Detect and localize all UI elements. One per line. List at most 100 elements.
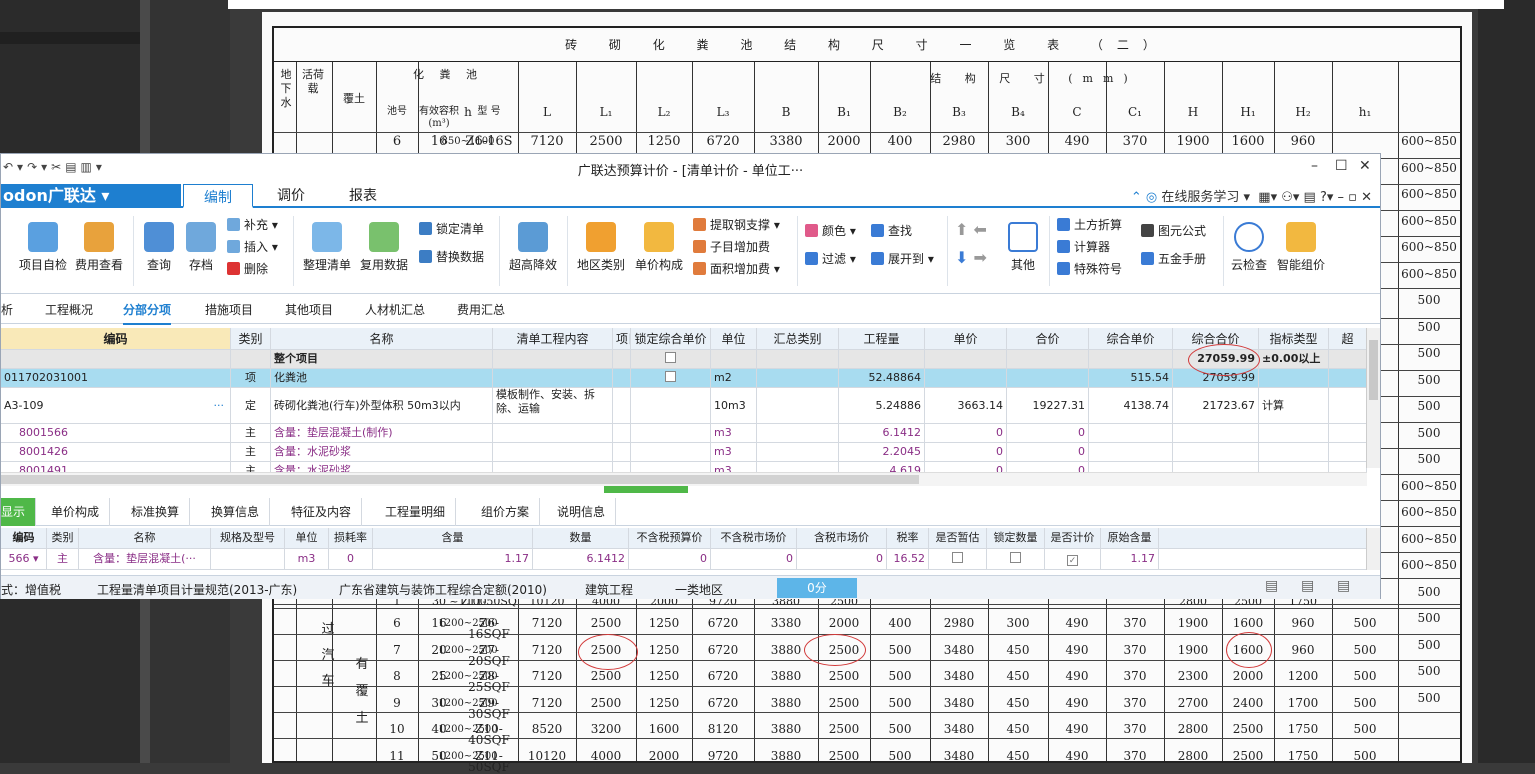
tab-1[interactable]: 工程概况	[45, 301, 93, 318]
splitter-handle[interactable]	[604, 486, 688, 493]
detail-tab-0[interactable]: 显示	[1, 498, 37, 526]
detail-cell[interactable]: 0	[711, 549, 797, 569]
detail-cell[interactable]: ✓	[1045, 549, 1101, 569]
detail-cell[interactable]: 含量：垫层混凝土(···	[79, 549, 211, 569]
detail-tab-2[interactable]: 标准换算	[121, 498, 191, 526]
grid-cell[interactable]: A3-109 ···	[1, 388, 231, 423]
detail-cell[interactable]: m3	[285, 549, 329, 569]
detail-cell[interactable]: 6.1412	[533, 549, 629, 569]
grid-cell[interactable]: 8001566	[1, 424, 231, 442]
layout-icon-3[interactable]: ▤	[1337, 578, 1350, 594]
detail-tab-1[interactable]: 单价构成	[41, 498, 111, 526]
extract-steel-button[interactable]: 提取钢支撑 ▾	[693, 216, 780, 233]
tab-4[interactable]: 其他项目	[285, 301, 333, 318]
grid-cell[interactable]	[493, 369, 613, 387]
maximize-button[interactable]: ☐	[1335, 158, 1348, 174]
grid-cell[interactable]	[493, 443, 613, 461]
layout-icon-2[interactable]: ▤	[1301, 578, 1314, 594]
tab-0[interactable]: 析	[1, 301, 13, 318]
save-button[interactable]: 存档	[173, 222, 229, 273]
detail-cell[interactable]: 0	[329, 549, 373, 569]
detail-checkbox[interactable]: ✓	[1067, 555, 1078, 566]
vertical-scrollbar[interactable]	[1366, 328, 1380, 468]
horizontal-scrollbar[interactable]	[1, 472, 1367, 486]
fee-view-button[interactable]: 费用查看	[71, 222, 127, 273]
menu-edit[interactable]: 编制	[183, 184, 253, 208]
grid-cell[interactable]: 含量：垫层混凝土(制作)	[271, 424, 493, 442]
grid-cell[interactable]: 砖砌化粪池(行车)外型体积 50m3以内	[271, 388, 493, 423]
calculator-button[interactable]: 计算器	[1057, 238, 1110, 255]
table-row[interactable]: 011702031001 项化粪池 m2 52.48864 515.54 27059.99	[1, 369, 1367, 388]
detail-tab-4[interactable]: 特征及内容	[281, 498, 363, 526]
earth-convert-button[interactable]: 土方折算	[1057, 216, 1122, 233]
grid-cell[interactable]: 主	[231, 424, 271, 442]
lock-price-checkbox[interactable]	[665, 352, 676, 363]
find-button[interactable]: 查找	[871, 222, 912, 239]
detail-cell[interactable]	[929, 549, 987, 569]
detail-vscroll[interactable]	[1366, 528, 1380, 570]
move-down-icon[interactable]: ⬇ ➡	[955, 248, 987, 267]
detail-cell[interactable]	[211, 549, 285, 569]
grid-cell[interactable]: 主	[231, 443, 271, 461]
detail-cell[interactable]: 1.17	[1101, 549, 1159, 569]
filter-button[interactable]: 过滤 ▾	[805, 250, 856, 267]
delete-button[interactable]: 删除	[227, 260, 268, 277]
grid-cell[interactable]: 8001426	[1, 443, 231, 461]
detail-cell[interactable]: 0	[797, 549, 887, 569]
smart-price-button[interactable]: 智能组价	[1273, 222, 1329, 273]
app-logo[interactable]: odon广联达 ▾	[1, 184, 181, 208]
help-area[interactable]: ⌃ ◎ 在线服务学习 ▾ ▦▾ ⚇▾ ▤ ?▾ – ▫ ✕	[1131, 186, 1372, 205]
reuse-data-button[interactable]: 复用数据	[356, 222, 412, 273]
move-up-icon[interactable]: ⬆ ⬅	[955, 220, 987, 239]
grid-cell[interactable]: 整个项目	[271, 350, 493, 368]
status-item-5[interactable]: 0分	[777, 578, 857, 598]
detail-cell[interactable]: 1.17	[373, 549, 533, 569]
detail-row[interactable]: 566 ▾ 主含量：垫层混凝土(··· m3 0 1.17 6.1412 0 0 0 16.52 ✓…	[1, 549, 1367, 570]
table-row[interactable]: 8001426 主含量：水泥砂浆 m3 2.2045 0 0	[1, 443, 1367, 462]
tab-2[interactable]: 分部分项	[123, 301, 172, 325]
lock-list-button[interactable]: 锁定清单	[419, 220, 484, 237]
grid-cell[interactable]: 模板制作、安装、拆除、运输	[493, 388, 613, 423]
detail-tab-7[interactable]: 说明信息	[547, 498, 617, 526]
color-button[interactable]: 颜色 ▾	[805, 222, 856, 239]
super-drop-button[interactable]: 超高降效	[505, 222, 561, 273]
project-check-button[interactable]: 项目自检	[15, 222, 71, 273]
hardware-manual-button[interactable]: 五金手册	[1141, 250, 1206, 267]
detail-tab-5[interactable]: 工程量明细	[375, 498, 457, 526]
grid-cell[interactable]	[493, 424, 613, 442]
grid-cell[interactable]	[493, 350, 613, 368]
detail-cell[interactable]	[987, 549, 1045, 569]
insert-button[interactable]: 插入 ▾	[227, 238, 278, 255]
tab-3[interactable]: 措施项目	[205, 301, 253, 318]
formula-button[interactable]: 图元公式	[1141, 222, 1206, 239]
table-row[interactable]: A3-109 ··· 定砖砌化粪池(行车)外型体积 50m3以内 模板制作、安装、拆除…	[1, 388, 1367, 424]
detail-cell[interactable]: 主	[47, 549, 79, 569]
grid-cell[interactable]: 含量：水泥砂浆	[271, 443, 493, 461]
grid-cell[interactable]	[231, 350, 271, 368]
close-button[interactable]: ✕	[1359, 158, 1371, 174]
detail-cell[interactable]: 566 ▾	[1, 549, 47, 569]
detail-checkbox[interactable]	[1010, 552, 1021, 563]
tab-6[interactable]: 费用汇总	[457, 301, 505, 318]
detail-checkbox[interactable]	[952, 552, 963, 563]
lock-price-checkbox[interactable]	[665, 371, 676, 382]
region-type-button[interactable]: 地区类别	[573, 222, 629, 273]
grid-cell[interactable]: 化粪池	[271, 369, 493, 387]
more-button[interactable]: ···	[214, 388, 225, 423]
grid-cell[interactable]: 项	[231, 369, 271, 387]
detail-cell[interactable]: 16.52	[887, 549, 929, 569]
table-row[interactable]: 整个项目 27059.99 ±0.00以上	[1, 350, 1367, 369]
minimize-button[interactable]: –	[1311, 158, 1318, 174]
online-help-link[interactable]: 在线服务学习	[1161, 190, 1239, 205]
tab-5[interactable]: 人材机汇总	[365, 301, 425, 318]
replace-data-button[interactable]: 替换数据	[419, 248, 484, 265]
layout-icon-1[interactable]: ▤	[1265, 578, 1278, 594]
expand-to-button[interactable]: 展开到 ▾	[871, 250, 934, 267]
menu-adjust[interactable]: 调价	[277, 185, 305, 205]
other-button[interactable]: 其他	[995, 222, 1051, 273]
grid-cell[interactable]	[1, 350, 231, 368]
table-row[interactable]: 8001566 主含量：垫层混凝土(制作) m3 6.1412 0 0	[1, 424, 1367, 443]
cloud-check-button[interactable]: 云检查	[1221, 222, 1277, 273]
supplement-button[interactable]: 补充 ▾	[227, 216, 278, 233]
menu-report[interactable]: 报表	[349, 185, 377, 205]
